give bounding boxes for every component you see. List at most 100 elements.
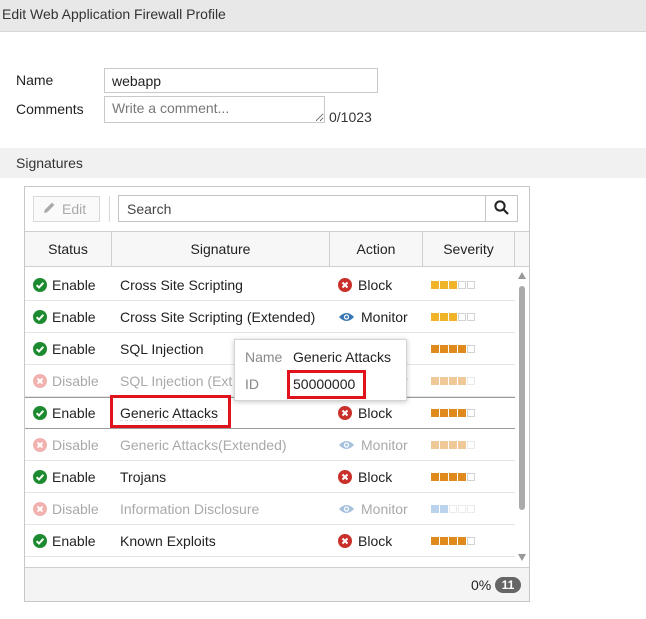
signature-name: Cross Site Scripting (Extended)	[120, 308, 316, 325]
signature-name: Trojans	[120, 468, 167, 485]
signature-cell[interactable]: Trojans	[112, 469, 330, 485]
comments-input[interactable]	[104, 96, 325, 123]
signature-cell[interactable]: Generic Attacks(Extended)	[112, 437, 330, 453]
table-row[interactable]: Enable Generic Attacks Block	[25, 397, 515, 429]
table-row[interactable]: Enable Known Exploits Block	[25, 525, 515, 557]
comments-label: Comments	[16, 101, 84, 117]
status-label: Disable	[52, 436, 99, 453]
scrollbar-thumb[interactable]	[519, 286, 525, 510]
action-cell[interactable]: Block	[330, 533, 423, 549]
severity-square	[431, 376, 439, 385]
action-cell[interactable]: Monitor	[330, 309, 423, 325]
block-icon	[338, 469, 352, 484]
severity-square	[449, 409, 457, 417]
severity-square	[431, 472, 439, 481]
table-row[interactable]: Enable Cross Site Scripting (Extended) Mon…	[25, 301, 515, 333]
status-cell[interactable]: Enable	[25, 309, 112, 325]
x-circle-icon	[33, 437, 47, 452]
status-cell[interactable]: Disable	[25, 501, 112, 517]
column-header-status[interactable]: Status	[25, 232, 112, 266]
pencil-icon	[43, 201, 56, 221]
status-cell[interactable]: Enable	[25, 405, 112, 421]
column-header-severity[interactable]: Severity	[423, 232, 515, 266]
action-label: Block	[358, 276, 393, 293]
edit-button-label: Edit	[62, 201, 87, 217]
action-cell[interactable]: Monitor	[330, 501, 423, 517]
signatures-toolbar: Edit	[25, 187, 529, 231]
toolbar-separator	[109, 196, 110, 222]
severity-indicator	[423, 440, 515, 449]
signature-cell[interactable]: Generic Attacks	[112, 405, 330, 421]
severity-square	[449, 536, 457, 545]
signature-name[interactable]: Generic Attacks	[120, 405, 218, 421]
grid-header: Status Signature Action Severity	[25, 231, 529, 267]
signature-cell[interactable]: Known Exploits	[112, 533, 330, 549]
status-cell[interactable]: Enable	[25, 277, 112, 293]
severity-square	[458, 409, 466, 417]
action-label: Block	[358, 532, 393, 549]
action-label: Monitor	[361, 308, 408, 325]
search-input[interactable]	[119, 196, 485, 221]
severity-square	[467, 472, 475, 481]
block-icon	[338, 533, 352, 548]
search-button[interactable]	[485, 196, 517, 221]
severity-indicator	[423, 376, 515, 385]
grid-scrollbar[interactable]	[515, 269, 529, 561]
severity-square	[467, 409, 475, 417]
severity-square	[458, 376, 466, 385]
table-row[interactable]: Disable Generic Attacks(Extended) Monitor	[25, 429, 515, 461]
action-cell[interactable]: Block	[330, 405, 423, 421]
signature-cell[interactable]: Information Disclosure	[112, 501, 330, 517]
action-cell[interactable]: Block	[330, 277, 423, 293]
severity-square	[458, 504, 466, 513]
action-label: Block	[358, 405, 393, 421]
severity-square	[440, 440, 448, 449]
severity-square	[467, 440, 475, 449]
action-cell[interactable]: Block	[330, 469, 423, 485]
severity-indicator	[423, 312, 515, 321]
status-cell[interactable]: Disable	[25, 373, 112, 389]
column-header-signature[interactable]: Signature	[112, 232, 330, 266]
severity-square	[467, 376, 475, 385]
severity-indicator	[423, 472, 515, 481]
table-row[interactable]: Enable Trojans Block	[25, 461, 515, 493]
severity-indicator	[423, 409, 515, 417]
action-label: Monitor	[361, 436, 408, 453]
signature-cell[interactable]: Cross Site Scripting (Extended)	[112, 309, 330, 325]
table-row[interactable]: Disable Information Disclosure Monitor	[25, 493, 515, 525]
scroll-up-arrow-icon[interactable]	[518, 272, 526, 279]
severity-square	[467, 536, 475, 545]
column-header-action[interactable]: Action	[330, 232, 423, 266]
severity-square	[449, 344, 457, 353]
severity-square	[458, 536, 466, 545]
tooltip-id-label: ID	[245, 376, 259, 392]
table-row[interactable]	[25, 557, 515, 561]
action-label: Block	[358, 468, 393, 485]
severity-square	[458, 472, 466, 481]
status-cell[interactable]: Disable	[25, 437, 112, 453]
status-label: Enable	[52, 532, 96, 549]
check-circle-icon	[33, 533, 47, 548]
search-icon	[494, 199, 509, 218]
signature-name: Cross Site Scripting	[120, 276, 243, 293]
action-cell[interactable]: Monitor	[330, 437, 423, 453]
status-cell[interactable]: Enable	[25, 469, 112, 485]
severity-square	[431, 312, 439, 321]
progress-text: 0%	[471, 577, 492, 593]
check-circle-icon	[33, 309, 47, 324]
count-badge: 11	[495, 577, 521, 593]
status-label: Enable	[52, 276, 96, 293]
status-cell[interactable]: Enable	[25, 341, 112, 357]
status-cell[interactable]: Enable	[25, 533, 112, 549]
status-label: Disable	[52, 500, 99, 517]
severity-indicator	[423, 504, 515, 513]
name-input[interactable]	[104, 68, 378, 93]
table-row[interactable]: Enable Cross Site Scripting Block	[25, 269, 515, 301]
severity-square	[458, 440, 466, 449]
block-icon	[338, 406, 352, 420]
signature-cell[interactable]: Cross Site Scripting	[112, 277, 330, 293]
severity-square	[458, 280, 466, 289]
severity-square	[449, 440, 457, 449]
edit-button[interactable]: Edit	[33, 196, 100, 222]
scroll-down-arrow-icon[interactable]	[518, 554, 526, 561]
